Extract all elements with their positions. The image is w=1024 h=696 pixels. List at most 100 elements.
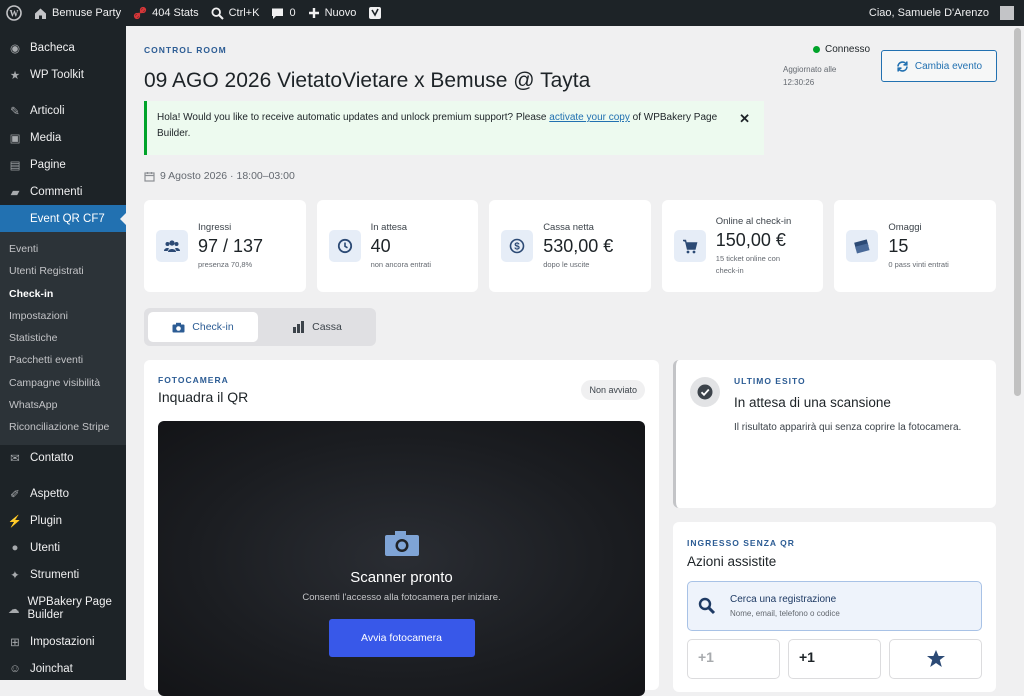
connection-status: Connesso — [813, 44, 870, 55]
submenu-events[interactable]: Eventi — [0, 238, 126, 260]
page-scrollbar[interactable] — [1011, 26, 1024, 680]
menu-joinchat[interactable]: ☺ Joinchat — [0, 656, 126, 683]
menu-event-qr-cf7[interactable]: Event QR CF7 — [0, 205, 126, 232]
menu-label: Media — [30, 131, 62, 144]
blank-icon — [8, 212, 22, 226]
menu-settings[interactable]: ⊞ Impostazioni — [0, 629, 126, 656]
vip-button[interactable] — [889, 639, 982, 679]
stat-value: 150,00 € — [715, 229, 786, 250]
submenu-statistics[interactable]: Statistiche — [0, 327, 126, 349]
stat-value: 40 — [370, 235, 391, 256]
menu-label: Contatto — [30, 452, 74, 465]
wordpress-logo-icon[interactable]: W — [0, 0, 28, 26]
updated-label: Aggiornato alle — [783, 65, 837, 74]
comments-count: 0 — [289, 7, 296, 19]
menu-appearance[interactable]: ✐ Aspetto — [0, 481, 126, 508]
control-room-eyebrow: CONTROL ROOM — [144, 45, 227, 55]
menu-dashboard[interactable]: ◉ Bacheca — [0, 34, 126, 61]
comment-bubble-icon — [272, 8, 284, 19]
tab-check-in[interactable]: Check-in — [148, 312, 258, 342]
search-icon — [211, 6, 224, 20]
camera-eyebrow: FOTOCAMERA — [158, 375, 229, 385]
stat-value: 530,00 € — [543, 235, 614, 256]
dashboard-icon: ◉ — [9, 42, 21, 55]
menu-label: Impostazioni — [30, 636, 95, 649]
menu-media[interactable]: ▣ Media — [0, 124, 126, 151]
clock-icon — [328, 230, 361, 262]
menu-wpbakery[interactable]: ☁ WPBakery Page Builder — [0, 589, 126, 629]
new-content-link[interactable]: Nuovo — [302, 0, 363, 26]
search-registration-button[interactable]: Cerca una registrazione Nome, email, tele… — [687, 581, 982, 631]
search-shortcut-label: Ctrl+K — [228, 7, 260, 19]
admin-sidebar: ◉ Bacheca ★ WP Toolkit ✎ Articoli ▣ Media ▤ P… — [0, 26, 126, 680]
svg-text:$: $ — [514, 242, 520, 253]
menu-contact[interactable]: ✉ Contatto — [0, 445, 126, 472]
dismiss-notice-button[interactable]: ✕ — [739, 111, 750, 127]
submenu-event-packages[interactable]: Pacchetti eventi — [0, 349, 126, 371]
stat-value: 15 — [888, 235, 909, 256]
menu-label: Strumenti — [30, 569, 80, 582]
brush-icon: ✐ — [10, 489, 20, 502]
chat-icon: ☺ — [9, 663, 21, 676]
view-tabs: Check-in Cassa — [144, 308, 376, 346]
submenu-visibility-campaigns[interactable]: Campagne visibilità — [0, 372, 126, 394]
menu-label: Aspetto — [30, 488, 69, 501]
404-stats-link[interactable]: 404 Stats — [127, 0, 204, 26]
submenu-registered-users[interactable]: Utenti Registrati — [0, 260, 126, 282]
settings-icon: ⊞ — [10, 637, 20, 650]
event-date-text: 9 Agosto 2026 · 18:00–03:00 — [160, 170, 295, 182]
menu-label: Bacheca — [30, 41, 75, 54]
plus-icon — [308, 8, 319, 18]
submenu-whatsapp[interactable]: WhatsApp — [0, 394, 126, 416]
menu-label: Pagine — [30, 158, 66, 171]
comments-link[interactable]: 0 — [265, 0, 301, 26]
stat-sub: dopo le uscite — [543, 259, 590, 269]
add-one-button[interactable]: +1 — [788, 639, 881, 679]
tab-cash[interactable]: Cassa — [262, 312, 372, 342]
search-subtitle: Nome, email, telefono o codice — [730, 609, 840, 618]
yoast-icon[interactable] — [362, 0, 388, 26]
menu-wp-toolkit[interactable]: ★ WP Toolkit — [0, 61, 126, 88]
add-one-disabled-button[interactable]: +1 — [687, 639, 780, 679]
menu-label: WPBakery Page Builder — [27, 595, 112, 621]
star-icon: ★ — [9, 69, 21, 82]
status-dot-icon — [813, 46, 820, 53]
comment-icon: ▰ — [10, 186, 20, 199]
menu-posts[interactable]: ✎ Articoli — [0, 97, 126, 124]
scanner-title: Scanner pronto — [350, 569, 453, 586]
site-name-link[interactable]: Bemuse Party — [28, 0, 127, 26]
start-camera-button[interactable]: Avvia fotocamera — [328, 619, 475, 657]
main-content: CONTROL ROOM 09 AGO 2026 VietatoVietare … — [127, 26, 1011, 696]
search-shortcut[interactable]: Ctrl+K — [205, 0, 266, 26]
camera-panel: FOTOCAMERA Inquadra il QR Non avviato Sc… — [144, 360, 659, 696]
menu-tools[interactable]: ✦ Strumenti — [0, 562, 126, 589]
change-event-label: Cambia evento — [914, 60, 983, 72]
calendar-icon — [144, 171, 155, 182]
submenu-check-in[interactable]: Check-in — [0, 283, 126, 305]
notice-text-before: Hola! Would you like to receive automati… — [157, 112, 550, 123]
menu-comments[interactable]: ▰ Commenti — [0, 178, 126, 205]
submenu-settings[interactable]: Impostazioni — [0, 305, 126, 327]
last-updated: Aggiornato alle 12:30:26 — [783, 63, 836, 89]
menu-users[interactable]: ● Utenti — [0, 535, 126, 562]
broken-link-icon — [133, 6, 147, 20]
menu-plugins[interactable]: ⚡ Plugin — [0, 508, 126, 535]
change-event-button[interactable]: Cambia evento — [881, 50, 997, 82]
stat-card-entries: Ingressi 97 / 137 presenza 70,8% — [144, 200, 306, 292]
stat-sub: non ancora entrati — [370, 259, 432, 269]
assist-title: Azioni assistite — [687, 554, 777, 569]
stat-label: In attesa — [370, 221, 408, 233]
pin-icon: ✎ — [10, 105, 20, 118]
submenu-stripe-reconciliation[interactable]: Riconciliazione Stripe — [0, 416, 126, 438]
camera-viewport: Scanner pronto Consenti l'accesso alla f… — [158, 421, 645, 696]
stat-card-online: Online al check-in 150,00 € 15 ticket onli… — [661, 200, 824, 292]
scrollbar-thumb[interactable] — [1014, 28, 1021, 396]
menu-label: Utenti — [30, 542, 61, 555]
camera-title: Inquadra il QR — [158, 389, 249, 405]
user-account-menu[interactable]: Ciao, Samuele D'Arenzo — [863, 0, 1024, 26]
activate-copy-link[interactable]: activate your copy — [549, 112, 630, 123]
menu-pages[interactable]: ▤ Pagine — [0, 151, 126, 178]
new-label: Nuovo — [324, 7, 357, 19]
check-circle-icon — [690, 377, 720, 407]
quick-actions: +1 +1 — [687, 639, 982, 679]
